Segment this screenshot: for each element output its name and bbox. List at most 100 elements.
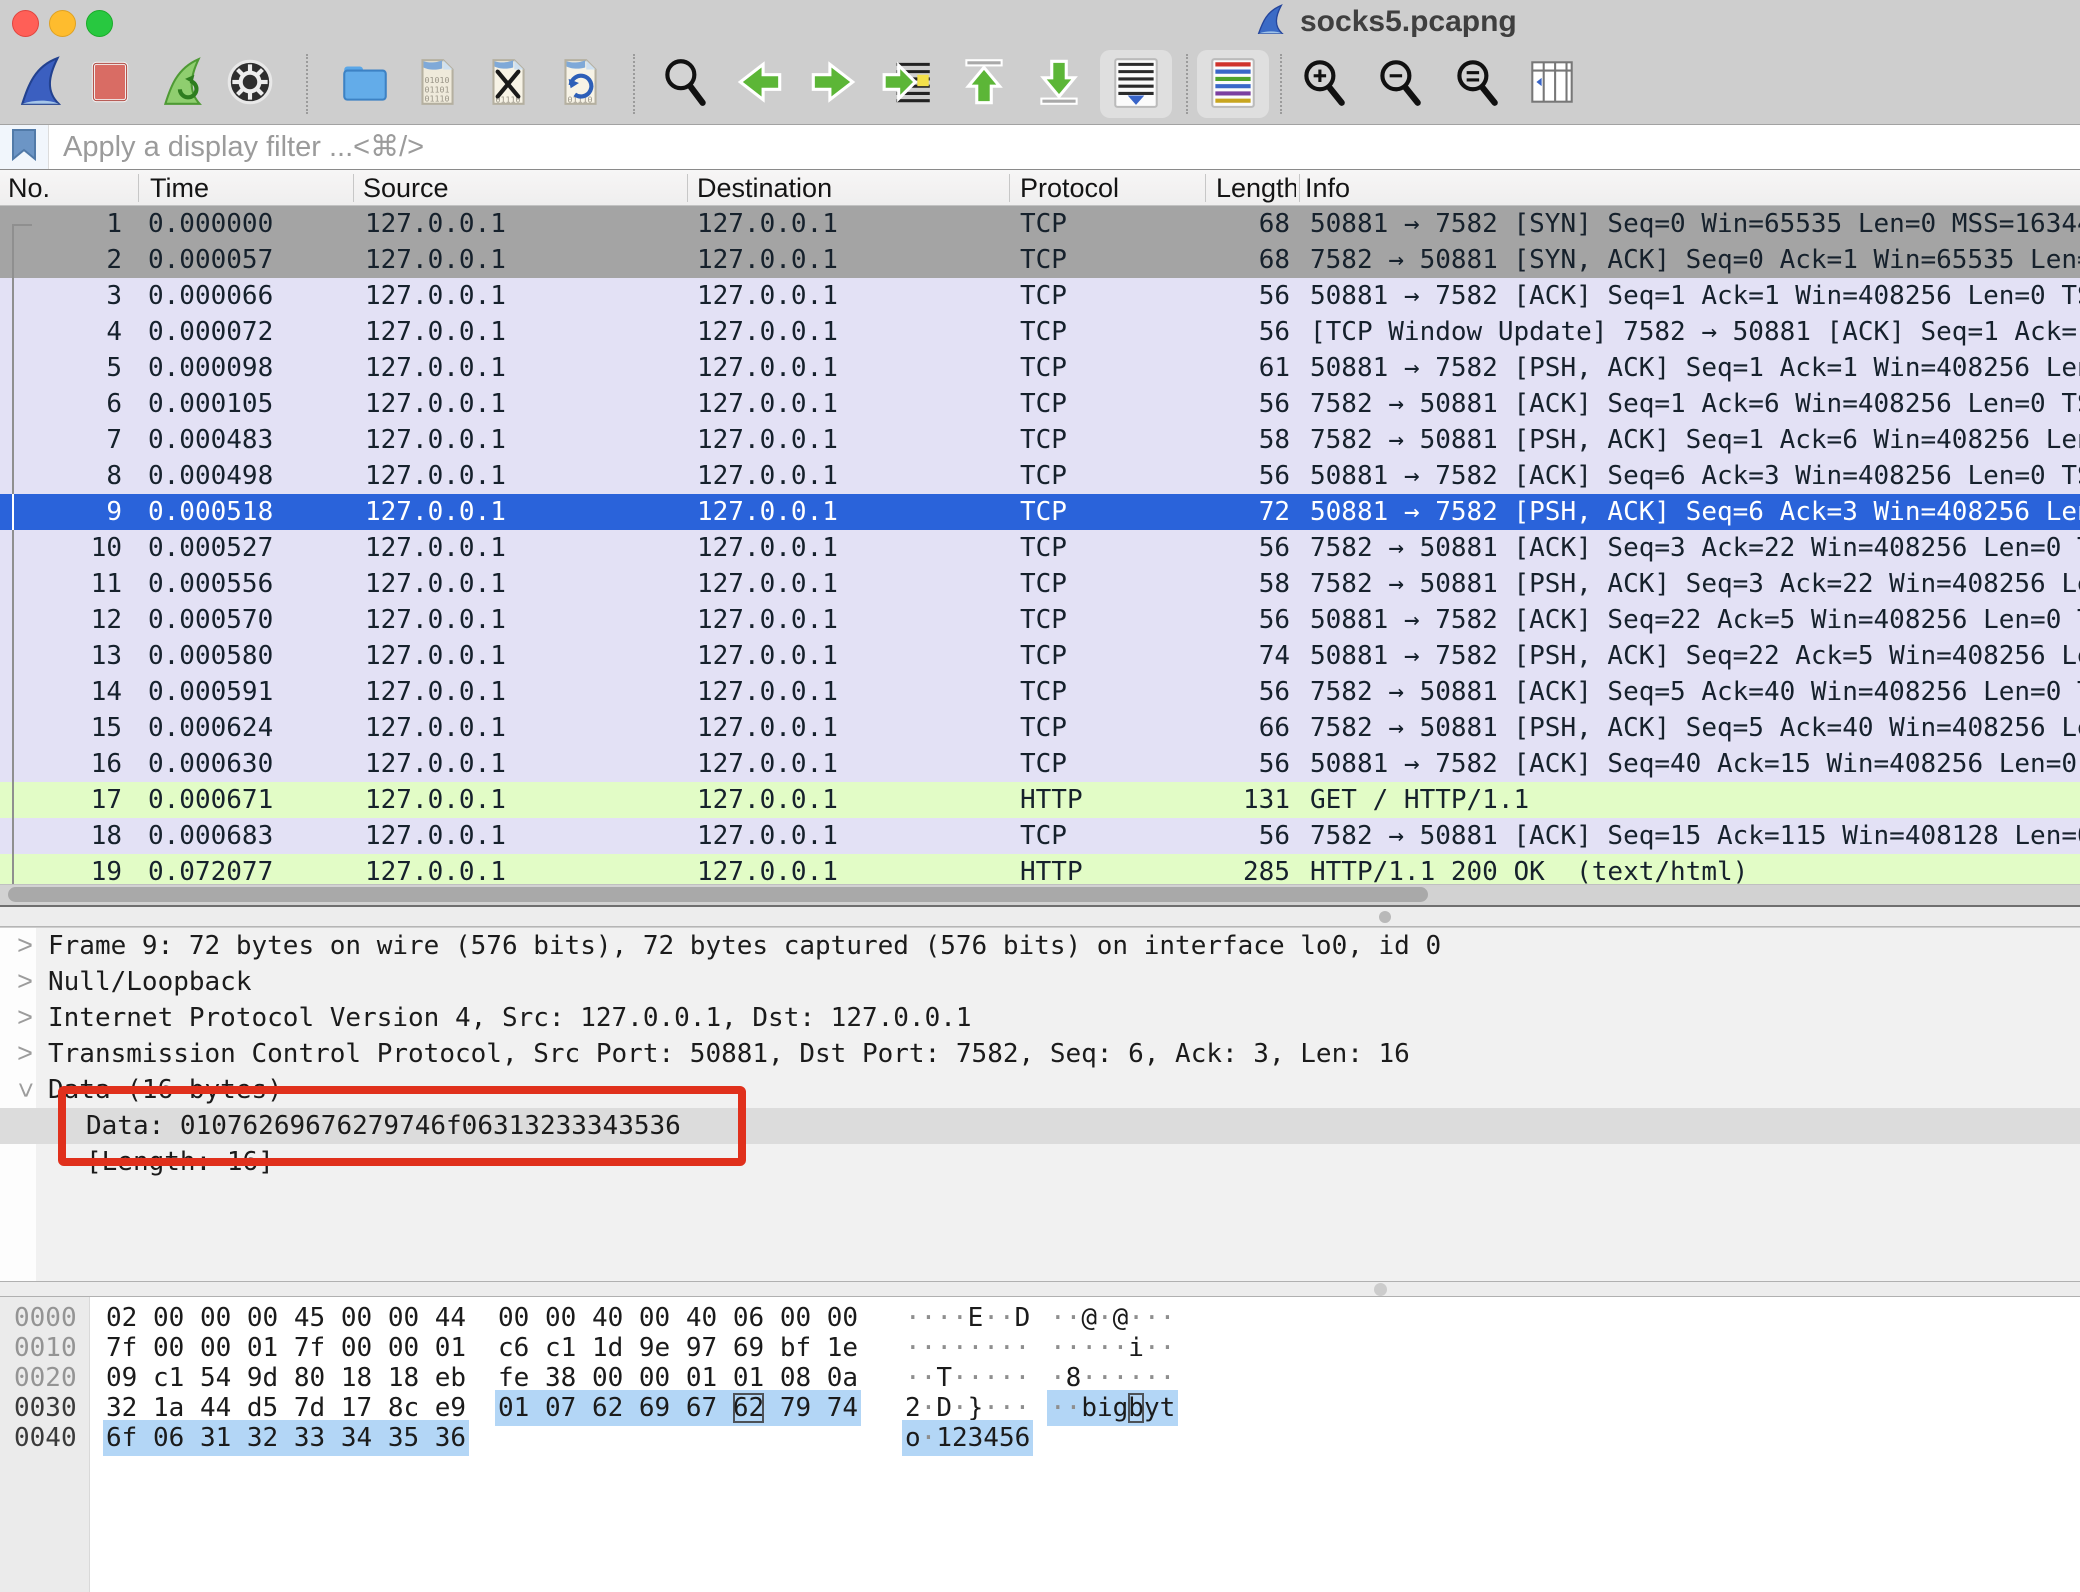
chevron-collapsed-icon[interactable]: > — [12, 928, 38, 964]
hex-bytes-group-2[interactable]: c6 c1 1d 9e 97 69 bf 1e — [498, 1333, 858, 1363]
packet-row-3[interactable]: 30.000066127.0.0.1127.0.0.1TCP5650881 → … — [0, 278, 2080, 314]
packet-row-14[interactable]: 140.000591127.0.0.1127.0.0.1TCP567582 → … — [0, 674, 2080, 710]
column-header-source[interactable]: Source — [363, 170, 449, 206]
ascii-group-1[interactable]: ····E··D — [905, 1303, 1030, 1333]
ascii-group-1[interactable]: 2·D·}··· — [905, 1393, 1030, 1423]
filter-bookmark-button[interactable] — [0, 125, 49, 169]
packet-row-19[interactable]: 190.072077127.0.0.1127.0.0.1HTTP285HTTP/… — [0, 854, 2080, 884]
detail-row-text: Null/Loopback — [48, 964, 252, 1000]
resize-columns-button[interactable] — [1516, 50, 1588, 118]
packet-row-7[interactable]: 70.000483127.0.0.1127.0.0.1TCP587582 → 5… — [0, 422, 2080, 458]
display-filter-input[interactable] — [49, 125, 2080, 169]
hex-bytes-group-2[interactable]: fe 38 00 00 01 01 08 0a — [498, 1363, 858, 1393]
detail-tree-row[interactable]: >Internet Protocol Version 4, Src: 127.0… — [0, 1000, 2080, 1036]
packet-list-hscrollbar-thumb[interactable] — [8, 887, 1428, 902]
list-detail-splitter-handle[interactable] — [1379, 911, 1391, 923]
packet-row-6[interactable]: 60.000105127.0.0.1127.0.0.1TCP567582 → 5… — [0, 386, 2080, 422]
list-detail-splitter[interactable] — [0, 907, 2080, 927]
close-file-button[interactable]: 01110 — [472, 50, 544, 118]
reload-document-icon: 01110 — [552, 52, 608, 117]
ascii-group-2[interactable]: ·8······ — [1050, 1363, 1175, 1393]
packet-row-10[interactable]: 100.000527127.0.0.1127.0.0.1TCP567582 → … — [0, 530, 2080, 566]
annotation-rectangle — [58, 1086, 746, 1166]
detail-bytes-splitter-handle[interactable] — [1374, 1283, 1387, 1296]
packet-row-16[interactable]: 160.000630127.0.0.1127.0.0.1TCP5650881 →… — [0, 746, 2080, 782]
restart-capture-button[interactable] — [147, 50, 219, 118]
packet-cell-time: 0.000105 — [148, 386, 358, 422]
column-header-protocol[interactable]: Protocol — [1020, 170, 1119, 206]
chevron-expanded-icon[interactable]: > — [7, 1077, 43, 1103]
hex-bytes-group-1[interactable]: 02 00 00 00 45 00 00 44 — [106, 1303, 466, 1333]
chevron-collapsed-icon[interactable]: > — [12, 1000, 38, 1036]
go-back-button[interactable] — [724, 50, 796, 118]
chevron-collapsed-icon[interactable]: > — [12, 964, 38, 1000]
packet-cell-dst: 127.0.0.1 — [697, 530, 997, 566]
go-first-packet-button[interactable] — [948, 50, 1020, 118]
start-capture-button[interactable] — [6, 50, 78, 118]
column-separator[interactable] — [1205, 174, 1206, 202]
detail-bytes-splitter[interactable] — [0, 1281, 2080, 1297]
packet-row-5[interactable]: 50.000098127.0.0.1127.0.0.1TCP6150881 → … — [0, 350, 2080, 386]
colorize-toggle[interactable] — [1197, 50, 1269, 118]
packet-row-13[interactable]: 130.000580127.0.0.1127.0.0.1TCP7450881 →… — [0, 638, 2080, 674]
open-file-button[interactable] — [329, 50, 401, 118]
close-window-button[interactable] — [12, 10, 39, 37]
packet-cell-len: 68 — [1100, 206, 1290, 242]
column-header-length[interactable]: Length — [1216, 170, 1296, 206]
detail-tree-row[interactable]: > Null/Loopback — [0, 964, 2080, 1000]
column-separator[interactable] — [353, 174, 354, 202]
auto-scroll-toggle[interactable] — [1100, 50, 1172, 118]
chevron-collapsed-icon[interactable]: > — [12, 1036, 38, 1072]
capture-options-button[interactable] — [214, 50, 286, 118]
go-forward-button[interactable] — [797, 50, 869, 118]
ascii-group-2[interactable]: ··bigbyt — [1050, 1393, 1175, 1423]
packet-row-12[interactable]: 120.000570127.0.0.1127.0.0.1TCP5650881 →… — [0, 602, 2080, 638]
column-separator[interactable] — [1009, 174, 1010, 202]
packet-row-11[interactable]: 110.000556127.0.0.1127.0.0.1TCP587582 → … — [0, 566, 2080, 602]
zoom-out-button[interactable] — [1363, 50, 1435, 118]
packet-row-17[interactable]: 170.000671127.0.0.1127.0.0.1HTTP131GET /… — [0, 782, 2080, 818]
hex-bytes-group-1[interactable]: 6f 06 31 32 33 34 35 36 — [106, 1423, 466, 1453]
hex-bytes-group-1[interactable]: 09 c1 54 9d 80 18 18 eb — [106, 1363, 466, 1393]
ascii-group-2[interactable]: ·····i·· — [1050, 1333, 1175, 1363]
packet-row-15[interactable]: 150.000624127.0.0.1127.0.0.1TCP667582 → … — [0, 710, 2080, 746]
hex-bytes-group-1[interactable]: 7f 00 00 01 7f 00 00 01 — [106, 1333, 466, 1363]
save-file-button[interactable]: 010100110101110 — [401, 50, 473, 118]
packet-cell-dst: 127.0.0.1 — [697, 494, 997, 530]
ascii-group-1[interactable]: ········ — [905, 1333, 1030, 1363]
hex-bytes-group-2[interactable]: 01 07 62 69 67 62 79 74 — [498, 1393, 858, 1423]
column-separator[interactable] — [1299, 174, 1300, 202]
column-header-destination[interactable]: Destination — [697, 170, 832, 206]
hex-bytes-group-1[interactable]: 32 1a 44 d5 7d 17 8c e9 — [106, 1393, 466, 1423]
packet-cell-time: 0.000518 — [148, 494, 358, 530]
packet-cell-len: 285 — [1100, 854, 1290, 884]
reload-file-button[interactable]: 01110 — [544, 50, 616, 118]
find-packet-button[interactable] — [649, 50, 721, 118]
zoom-in-button[interactable] — [1287, 50, 1359, 118]
column-separator[interactable] — [687, 174, 688, 202]
ascii-group-1[interactable]: o·123456 — [905, 1423, 1030, 1453]
go-to-packet-button[interactable] — [872, 50, 944, 118]
packet-row-1[interactable]: 10.000000127.0.0.1127.0.0.1TCP6850881 → … — [0, 206, 2080, 242]
zoom-reset-button[interactable] — [1440, 50, 1512, 118]
detail-tree-row[interactable]: >Transmission Control Protocol, Src Port… — [0, 1036, 2080, 1072]
zoom-window-button[interactable] — [86, 10, 113, 37]
packet-row-18[interactable]: 180.000683127.0.0.1127.0.0.1TCP567582 → … — [0, 818, 2080, 854]
packet-row-8[interactable]: 80.000498127.0.0.1127.0.0.1TCP5650881 → … — [0, 458, 2080, 494]
column-header-info[interactable]: Info — [1305, 170, 1350, 206]
packet-row-4[interactable]: 40.000072127.0.0.1127.0.0.1TCP56[TCP Win… — [0, 314, 2080, 350]
hovered-byte[interactable]: 62 — [733, 1393, 764, 1423]
hex-bytes-group-2[interactable]: 00 00 40 00 40 06 00 00 — [498, 1303, 858, 1333]
detail-tree-row[interactable]: >Frame 9: 72 bytes on wire (576 bits), 7… — [0, 928, 2080, 964]
packet-row-2[interactable]: 20.000057127.0.0.1127.0.0.1TCP687582 → 5… — [0, 242, 2080, 278]
ascii-group-2[interactable]: ··@·@··· — [1050, 1303, 1175, 1333]
ascii-group-1[interactable]: ··T····· — [905, 1363, 1030, 1393]
column-header-time[interactable]: Time — [150, 170, 209, 206]
go-last-packet-button[interactable] — [1023, 50, 1095, 118]
column-header-no[interactable]: No. — [8, 170, 50, 206]
column-separator[interactable] — [138, 174, 139, 202]
minimize-window-button[interactable] — [49, 10, 76, 37]
packet-cell-no: 18 — [30, 818, 122, 854]
stop-capture-button[interactable] — [74, 50, 146, 118]
packet-row-9[interactable]: 90.000518127.0.0.1127.0.0.1TCP7250881 → … — [0, 494, 2080, 530]
